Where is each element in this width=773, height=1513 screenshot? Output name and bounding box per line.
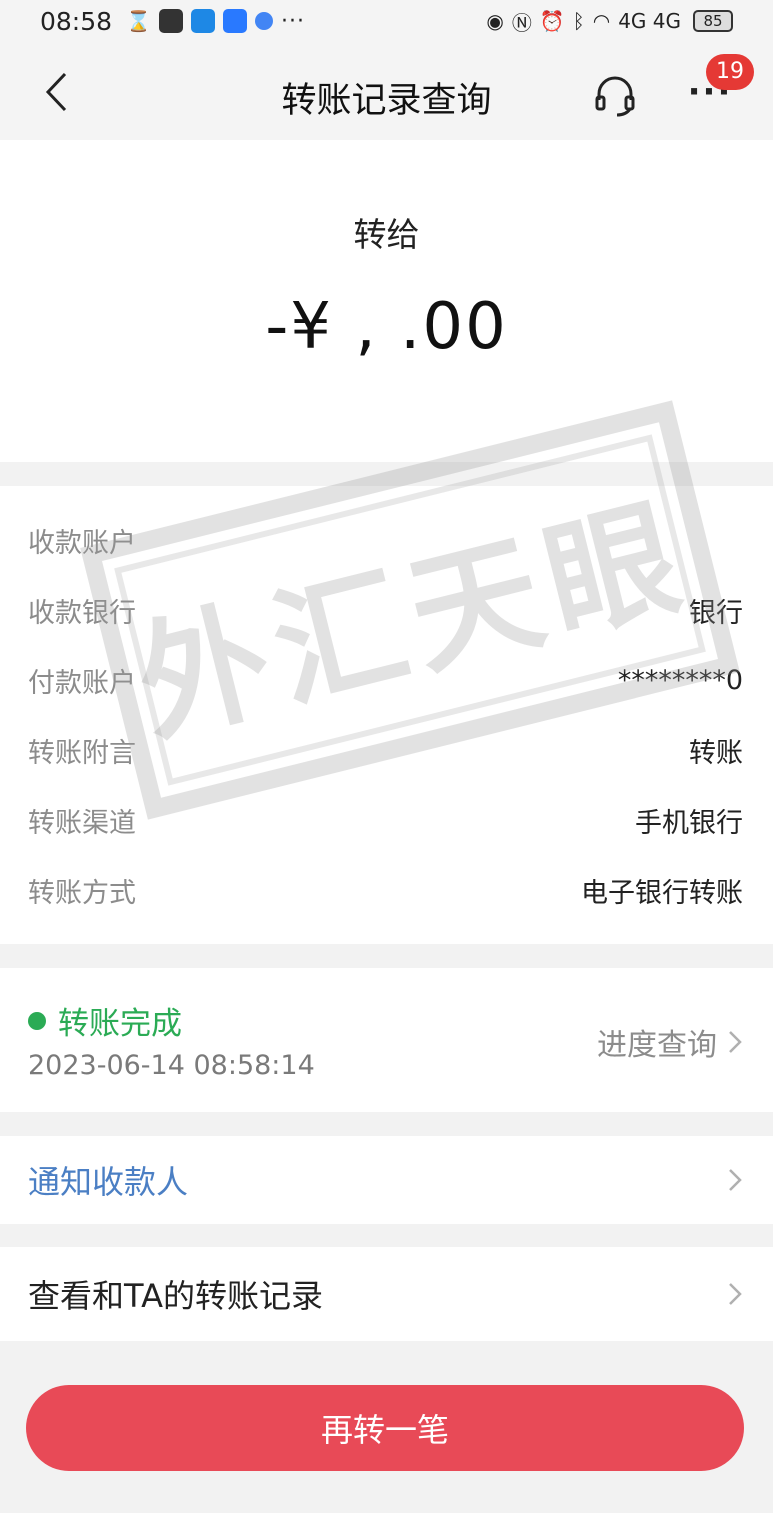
alarm-icon: ⏰ <box>539 9 565 33</box>
more-notifications-icon: ··· <box>280 8 305 34</box>
transfer-again-button[interactable]: 再转一笔 <box>26 1385 744 1471</box>
detail-row: 转账附言 转账 <box>28 730 743 770</box>
detail-label: 收款银行 <box>28 597 136 629</box>
detail-row: 付款账户 ********0 <box>28 660 743 700</box>
hourglass-icon: ⌛ <box>126 9 151 33</box>
status-time: 08:58 <box>40 6 113 36</box>
transfer-amount: -¥ , .00 <box>265 290 508 364</box>
app-notification-icon <box>222 9 247 33</box>
page-title: 转账记录查询 <box>281 81 492 121</box>
transfer-summary: 转给 -¥ , .00 <box>0 140 773 462</box>
status-timestamp: 2023-06-14 08:58:14 <box>28 1050 315 1081</box>
battery-icon: 85 <box>693 10 733 32</box>
headset-icon <box>595 76 635 117</box>
status-bar-right: ◉ Ⓝ ⏰ ᛒ ◠ 4G 4G 85 <box>486 7 733 36</box>
chevron-right-icon <box>729 1031 742 1053</box>
detail-label: 转账方式 <box>28 877 136 909</box>
transfer-history-label: 查看和TA的转账记录 <box>28 1277 323 1315</box>
wifi-icon: ◠ <box>592 9 611 33</box>
detail-value: 手机银行 <box>635 807 743 839</box>
detail-value: 转账 <box>689 737 743 769</box>
status-bar: 08:58 ⌛ ··· ◉ Ⓝ ⏰ ᛒ ◠ 4G 4G 85 <box>0 0 773 42</box>
signal-icon: 4G 4G <box>618 9 681 33</box>
notify-payee-item[interactable]: 通知收款人 <box>0 1136 773 1224</box>
detail-row: 转账方式 电子银行转账 <box>28 870 743 910</box>
eye-icon: ◉ <box>486 9 504 33</box>
chevron-right-icon <box>729 1283 742 1305</box>
status-bar-left: 08:58 ⌛ ··· <box>40 7 305 36</box>
progress-query-label: 进度查询 <box>597 1028 717 1063</box>
transfer-status: 转账完成 <box>28 998 182 1043</box>
notification-badge: 19 <box>706 54 754 90</box>
detail-label: 收款账户 <box>28 527 136 559</box>
status-dot-icon <box>28 1011 46 1030</box>
transfer-history-item[interactable]: 查看和TA的转账记录 <box>0 1247 773 1341</box>
status-label: 转账完成 <box>58 1006 182 1042</box>
nav-bar: 转账记录查询 ··· <box>0 42 773 140</box>
detail-row: 收款账户 <box>28 520 743 560</box>
detail-label: 付款账户 <box>28 667 136 699</box>
progress-query-link[interactable]: 进度查询 <box>597 1020 743 1064</box>
nfc-icon: Ⓝ <box>511 10 532 35</box>
detail-value: ********0 <box>617 664 743 696</box>
transfer-details: 收款账户 收款银行 银行 付款账户 ********0 转账附言 转账 转账渠道… <box>0 486 773 944</box>
customer-service-button[interactable] <box>592 72 638 118</box>
recipient-label: 转给 <box>353 215 420 254</box>
bluetooth-icon: ᛒ <box>572 9 585 33</box>
app-notification-icon <box>158 9 183 33</box>
detail-value: 电子银行转账 <box>581 877 743 909</box>
detail-label: 转账附言 <box>28 737 136 769</box>
detail-row: 收款银行 银行 <box>28 590 743 630</box>
detail-label: 转账渠道 <box>28 807 136 839</box>
chevron-right-icon <box>729 1169 742 1191</box>
notify-payee-label: 通知收款人 <box>28 1163 189 1201</box>
detail-value: 银行 <box>689 597 743 629</box>
app-notification-icon <box>190 9 215 33</box>
detail-row: 转账渠道 手机银行 <box>28 800 743 840</box>
app-notification-icon <box>254 12 273 30</box>
transfer-status-card: 转账完成 2023-06-14 08:58:14 进度查询 <box>0 968 773 1112</box>
